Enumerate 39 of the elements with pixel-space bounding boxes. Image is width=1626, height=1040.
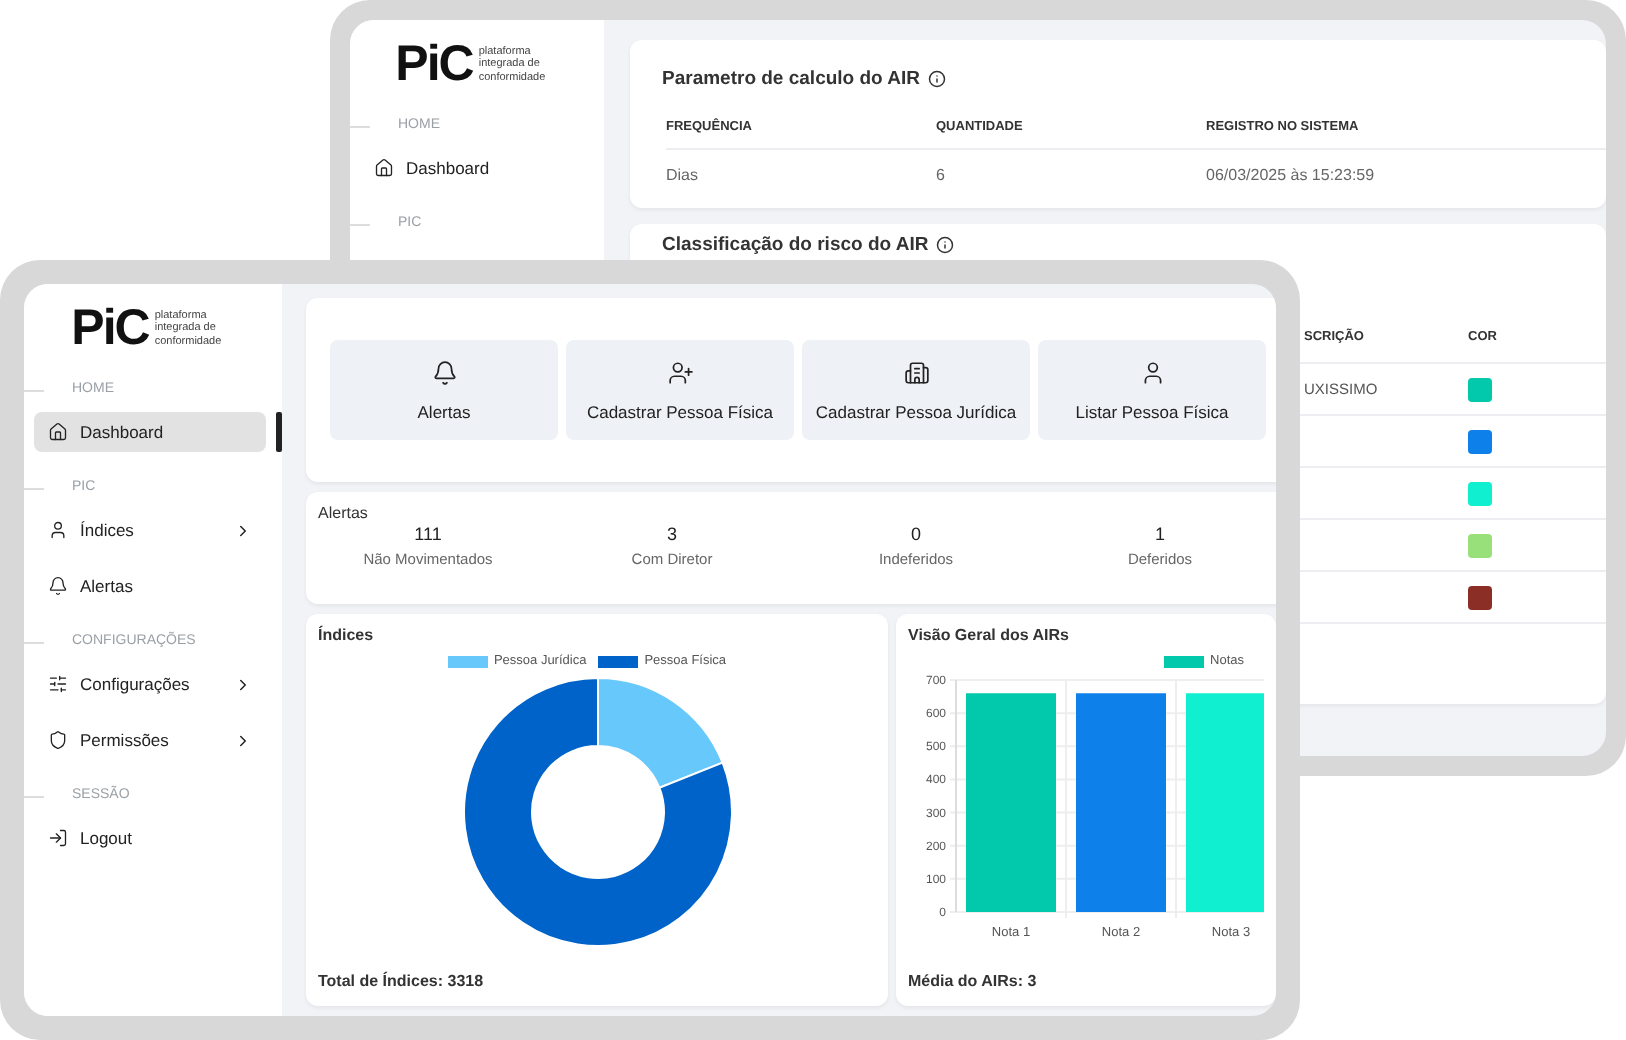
info-icon xyxy=(936,236,955,254)
sliders-icon xyxy=(48,674,68,694)
logo-mark: PiC xyxy=(395,40,473,90)
quick-action-button[interactable]: Cadastrar Pessoa Jurídica xyxy=(802,340,1030,440)
card-title: Índices xyxy=(318,626,376,644)
bell-icon xyxy=(48,576,68,596)
stat-value: 3 xyxy=(666,524,677,544)
card-title: Classificação do risco do AIR xyxy=(662,234,929,256)
sidebar-item[interactable]: Alertas xyxy=(34,566,266,606)
shield-icon xyxy=(48,730,68,750)
sidebar-item[interactable]: Permissões xyxy=(34,720,266,760)
building-icon xyxy=(903,359,929,385)
bell-icon xyxy=(431,359,457,385)
user-icon xyxy=(1139,359,1165,385)
info-icon xyxy=(928,70,946,88)
user-plus-icon xyxy=(667,359,693,385)
sidebar-item[interactable]: Logout xyxy=(34,818,266,858)
overview-footer: Média do AIRs: 3 xyxy=(908,972,1264,994)
table-cell-text: 6 xyxy=(936,164,947,188)
quick-action-button[interactable]: Listar Pessoa Física xyxy=(1038,340,1266,440)
table-cell-text: Dias xyxy=(666,164,701,188)
stat-value: 111 xyxy=(414,524,442,544)
card-title: Parametro de calculo do AIR xyxy=(662,68,920,90)
user-icon xyxy=(48,520,68,540)
sidebar-item[interactable]: Dashboard xyxy=(360,148,588,188)
quick-action-button[interactable]: Alertas xyxy=(330,340,558,440)
logout-icon xyxy=(48,828,68,848)
table-cell-text: 06/03/2025 às 15:23:59 xyxy=(1206,164,1377,188)
indices-total: Total de Índices: 3318 xyxy=(318,972,486,994)
card-title: Alertas xyxy=(316,504,370,522)
sidebar-item[interactable]: Índices xyxy=(34,510,266,550)
home-icon xyxy=(48,422,68,442)
stat-value: 0 xyxy=(910,524,921,544)
logo-mark: PiC xyxy=(71,304,149,354)
sidebar-item[interactable]: Configurações xyxy=(34,664,266,704)
quick-action-button[interactable]: Cadastrar Pessoa Física xyxy=(566,340,794,440)
card-title: Visão Geral dos AIRs xyxy=(908,626,1071,644)
home-icon xyxy=(374,158,394,178)
stat-value: 1 xyxy=(1154,524,1165,544)
